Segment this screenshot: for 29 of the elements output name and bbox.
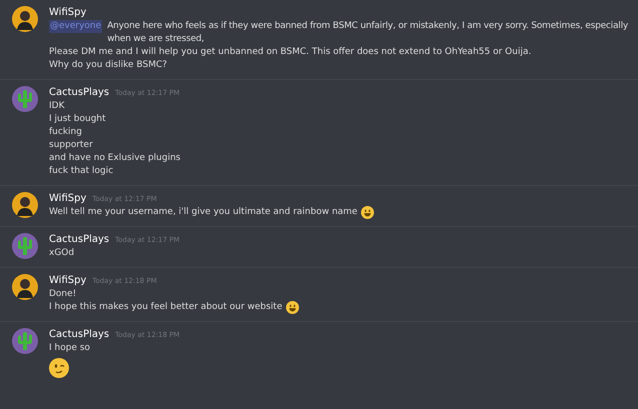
cactus-avatar[interactable] [12, 233, 38, 259]
message-text: Why do you dislike BSMC? [49, 59, 168, 72]
smiley-emoji-icon [361, 206, 374, 219]
username[interactable]: CactusPlays [49, 328, 110, 342]
winking-emoji-icon [49, 358, 69, 378]
username[interactable]: WifiSpy [49, 6, 86, 20]
avatar-silhouette[interactable] [12, 192, 38, 218]
username[interactable]: WifiSpy [49, 192, 86, 206]
cactus-avatar[interactable] [12, 86, 38, 112]
message-text: I hope so [49, 342, 90, 355]
username[interactable]: CactusPlays [49, 233, 110, 247]
avatar-silhouette[interactable] [12, 274, 38, 300]
message-text: xGOd [49, 247, 74, 260]
cactus-avatar[interactable] [12, 328, 38, 354]
username[interactable]: WifiSpy [49, 274, 86, 288]
username[interactable]: CactusPlays [49, 86, 110, 100]
message-text: Anyone here who feels as if they were banned from BSMC unfairly, or mistakenly, I am very sorry. Sometimes, especially when we are stressed, [107, 20, 630, 46]
message-text: I just bought [49, 113, 106, 126]
smiley-emoji-icon [286, 301, 300, 314]
message-text: IDK [49, 100, 64, 113]
message-text: Please DM me and I will help you get unbanned on BSMC. This offer does not extend to OhYeah55 or Ouija. [49, 46, 532, 59]
message-text: supporter [49, 139, 93, 152]
message-text: Done! [49, 288, 76, 301]
message-text: fuck that logic [49, 165, 114, 178]
message-text: Well tell me your username, i'll give you ultimate and rainbow name [49, 206, 358, 219]
message-text: I hope this makes you feel better about our website [49, 301, 282, 314]
message-text: fucking [49, 126, 82, 139]
avatar-silhouette[interactable] [12, 6, 38, 32]
message-text: and have no Exlusive plugins [49, 152, 180, 165]
